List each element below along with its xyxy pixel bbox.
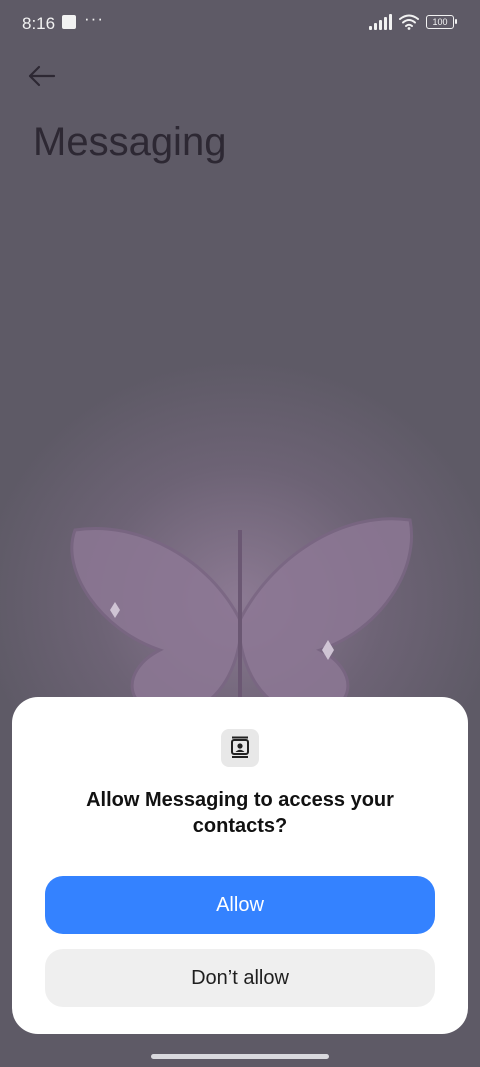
status-time: 8:16 (22, 14, 56, 33)
allow-button[interactable]: Allow (45, 876, 435, 934)
dont-allow-button[interactable]: Don’t allow (45, 949, 435, 1007)
notification-icon (62, 15, 76, 29)
more-notifications-icon: ··· (84, 9, 104, 28)
butterfly-wallpaper-image (70, 517, 413, 720)
status-icons: 100 (369, 14, 457, 30)
permission-dialog: Allow Messaging to access your contacts?… (12, 697, 468, 1034)
arrow-left-icon[interactable] (24, 58, 60, 94)
battery-level: 100 (432, 17, 448, 27)
page-title: Messaging (33, 120, 227, 164)
home-indicator[interactable] (151, 1054, 329, 1059)
wifi-icon (399, 14, 419, 30)
contacts-icon (221, 729, 259, 767)
status-bar: 8:16 ··· 100 (0, 0, 480, 46)
signal-icon (369, 14, 392, 30)
permission-question: Allow Messaging to access your contacts? (86, 789, 394, 837)
battery-icon: 100 (426, 15, 457, 29)
